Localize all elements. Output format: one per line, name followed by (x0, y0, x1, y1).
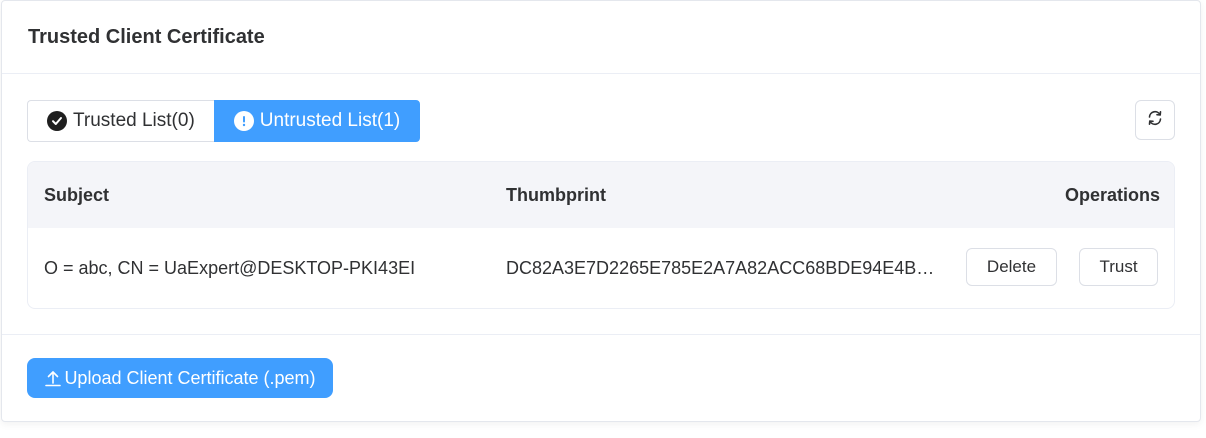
column-header-thumbprint: Thumbprint (506, 184, 606, 205)
upload-icon (44, 369, 62, 387)
table-header: Subject Thumbprint Operations (28, 162, 1174, 228)
tab-trusted-list[interactable]: Trusted List(0) (27, 100, 214, 142)
card-title: Trusted Client Certificate (28, 25, 265, 48)
card-header: Trusted Client Certificate (2, 1, 1200, 74)
cell-thumbprint: DC82A3E7D2265E785E2A7A82ACC68BDE94E4B8..… (506, 257, 936, 278)
cell-subject: O = abc, CN = UaExpert@DESKTOP-PKI43EI (44, 257, 416, 278)
card-body: Trusted List(0) Untrusted List(1) Subjec… (2, 74, 1200, 335)
refresh-icon (1146, 109, 1164, 132)
exclamation-circle-icon (233, 111, 254, 131)
list-tabs: Trusted List(0) Untrusted List(1) (27, 100, 421, 142)
tab-trusted-list-label: Trusted List(0) (73, 110, 195, 131)
check-circle-icon (47, 111, 67, 131)
trust-button[interactable]: Trust (1079, 248, 1158, 286)
certificate-table: Subject Thumbprint Operations O = abc, C… (27, 161, 1175, 309)
upload-certificate-button[interactable]: Upload Client Certificate (.pem) (27, 358, 333, 398)
upload-certificate-label: Upload Client Certificate (.pem) (64, 367, 316, 388)
column-header-operations: Operations (1064, 184, 1160, 205)
trusted-client-certificate-card: Trusted Client Certificate Trusted List(… (1, 0, 1201, 422)
tab-untrusted-list-label: Untrusted List(1) (259, 110, 401, 131)
card-footer: Upload Client Certificate (.pem) (2, 335, 1200, 421)
tab-untrusted-list[interactable]: Untrusted List(1) (213, 100, 421, 142)
column-header-subject: Subject (44, 184, 110, 205)
table-row: O = abc, CN = UaExpert@DESKTOP-PKI43EI D… (28, 228, 1174, 308)
delete-button[interactable]: Delete (966, 248, 1057, 286)
refresh-button[interactable] (1135, 100, 1175, 140)
